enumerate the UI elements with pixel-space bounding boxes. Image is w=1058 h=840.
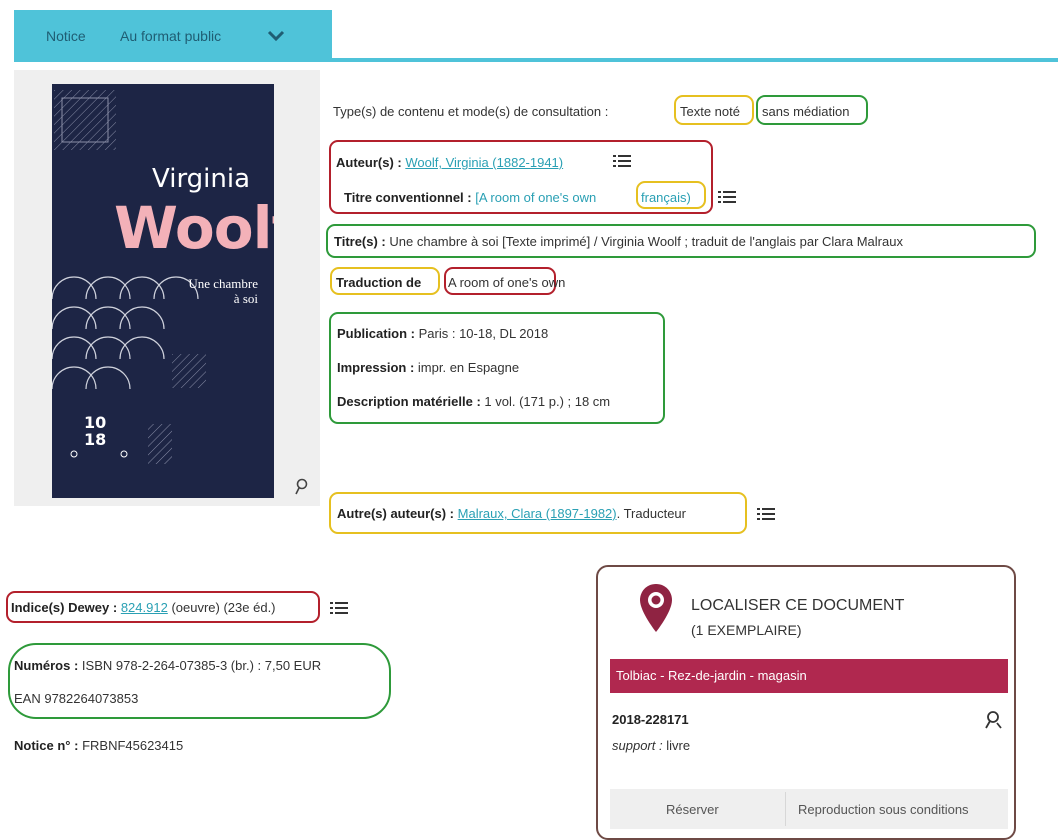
ean-value: EAN 9782264073853 xyxy=(14,691,139,706)
conv-title-lang[interactable]: français) xyxy=(641,190,691,205)
printing-row: Impression : impr. en Espagne xyxy=(337,360,520,375)
titles-value: Une chambre à soi [Texte imprimé] / Virg… xyxy=(389,234,903,249)
cover-title: Une chambre à soi xyxy=(188,276,258,306)
location-subtitle: (1 EXEMPLAIRE) xyxy=(691,622,802,638)
publication-row: Publication : Paris : 10-18, DL 2018 xyxy=(337,326,549,341)
list-icon[interactable] xyxy=(718,190,736,204)
divider xyxy=(785,792,786,826)
description-row: Description matérielle : 1 vol. (171 p.)… xyxy=(337,394,611,409)
dewey-link[interactable]: 824.912 xyxy=(121,600,168,615)
type-label: Type(s) de contenu et mode(s) de consult… xyxy=(333,104,609,119)
translation-value: A room of one's own xyxy=(448,275,566,290)
dewey-row: Indice(s) Dewey : 824.912 (oeuvre) (23e … xyxy=(11,600,276,615)
translation-label: Traduction de xyxy=(336,275,422,290)
other-authors-row: Autre(s) auteur(s) : Malraux, Clara (189… xyxy=(337,506,686,521)
tab-format[interactable]: Au format public xyxy=(120,28,221,44)
location-site: Tolbiac - Rez-de-jardin - magasin xyxy=(616,668,807,683)
reserve-button[interactable]: Réserver xyxy=(666,802,719,817)
cover-author-last: Woolf xyxy=(114,194,274,262)
list-icon[interactable] xyxy=(330,601,348,615)
zoom-icon[interactable] xyxy=(293,478,311,496)
tab-notice[interactable]: Notice xyxy=(46,28,86,44)
chevron-down-icon[interactable] xyxy=(266,28,286,44)
call-number: 2018-228171 xyxy=(612,712,689,727)
list-icon[interactable] xyxy=(757,507,775,521)
tab-bar-underline xyxy=(14,58,1058,62)
book-cover[interactable]: Virginia Woolf Une chambreà soi 1018 xyxy=(52,84,274,498)
type-value-text: Texte noté xyxy=(680,104,740,119)
zoom-icon[interactable] xyxy=(983,710,1003,730)
cover-publisher: 10 18 xyxy=(84,413,107,449)
location-title: LOCALISER CE DOCUMENT xyxy=(691,597,905,614)
support-row: support : livre xyxy=(612,738,691,753)
other-author-link[interactable]: Malraux, Clara (1897-1982) xyxy=(458,506,617,521)
location-pin-icon xyxy=(640,584,672,632)
conv-title-row: Titre conventionnel : [A room of one's o… xyxy=(344,190,597,205)
list-icon[interactable] xyxy=(613,154,631,168)
highlight-green xyxy=(8,643,391,719)
author-link[interactable]: Woolf, Virginia (1882-1941) xyxy=(405,155,563,170)
cover-author-first: Virginia xyxy=(152,164,251,194)
conv-title-link[interactable]: [A room of one's own xyxy=(475,190,596,205)
numbers-row: Numéros : ISBN 978-2-264-07385-3 (br.) :… xyxy=(14,658,322,673)
reproduction-button[interactable]: Reproduction sous conditions xyxy=(798,802,969,817)
author-row: Auteur(s) : Woolf, Virginia (1882-1941) xyxy=(336,155,564,170)
titles-row: Titre(s) : Une chambre à soi [Texte impr… xyxy=(334,234,903,249)
type-value-mediation: sans médiation xyxy=(762,104,850,119)
notice-number-row: Notice n° : FRBNF45623415 xyxy=(14,738,184,753)
location-site-band: Tolbiac - Rez-de-jardin - magasin xyxy=(610,659,1008,693)
